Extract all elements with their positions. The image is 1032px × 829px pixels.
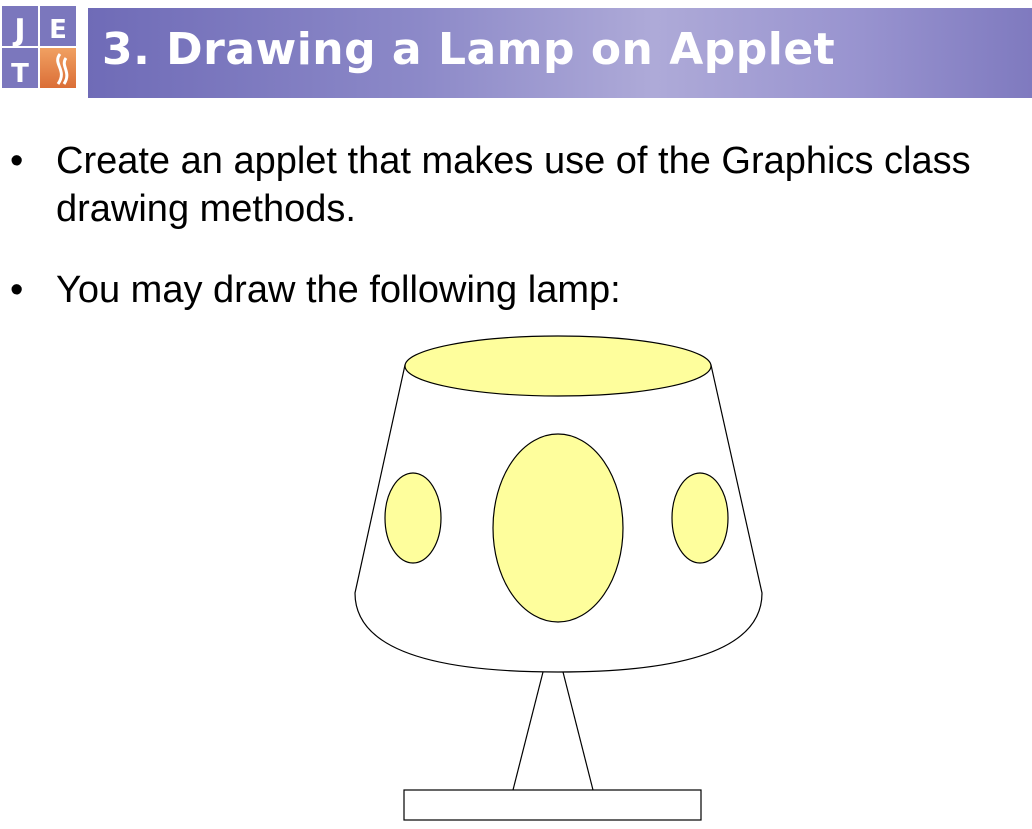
lamp-right-oval — [671, 472, 729, 564]
lamp-center-oval — [492, 433, 624, 623]
lamp-shade-top — [404, 335, 712, 397]
lamp-base — [403, 789, 702, 821]
lamp-stand-left — [512, 671, 544, 791]
lamp-stand-right — [562, 671, 594, 791]
lamp-illustration — [354, 335, 763, 821]
lamp-left-oval — [384, 472, 442, 564]
